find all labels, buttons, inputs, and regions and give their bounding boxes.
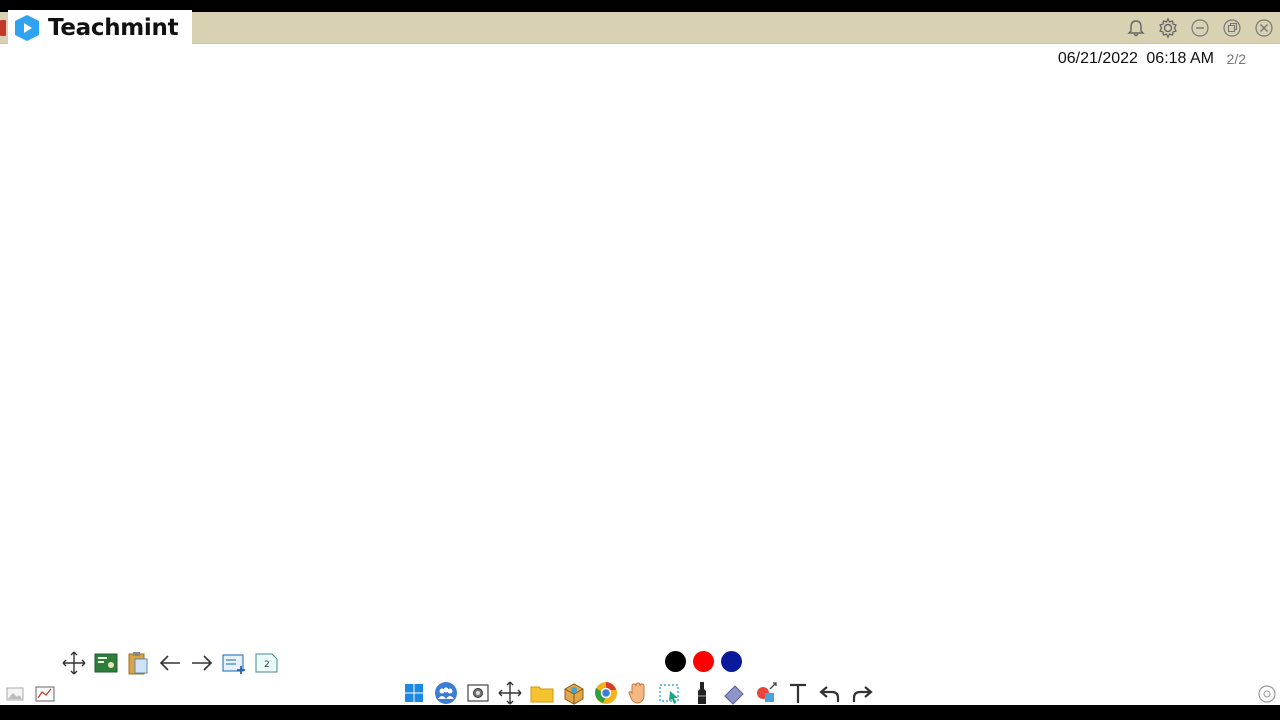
- close-icon[interactable]: [1248, 12, 1280, 43]
- box-icon[interactable]: [558, 680, 590, 706]
- color-red-swatch[interactable]: [693, 651, 714, 672]
- whiteboard-icon[interactable]: [90, 647, 122, 679]
- restore-icon[interactable]: [1216, 12, 1248, 43]
- undo-icon[interactable]: [814, 680, 846, 706]
- folder-icon[interactable]: [526, 680, 558, 706]
- pen-color-palette: [665, 651, 749, 672]
- datetime-display: 06/21/2022 06:18 AM: [1058, 50, 1214, 68]
- redo-icon[interactable]: [846, 680, 878, 706]
- minimize-icon[interactable]: [1184, 12, 1216, 43]
- next-page-icon[interactable]: [186, 647, 218, 679]
- browser-icon[interactable]: [590, 680, 622, 706]
- time-text: 06:18 AM: [1146, 50, 1214, 67]
- shapes-icon[interactable]: [750, 680, 782, 706]
- app-logo: Teachmint: [8, 10, 192, 46]
- page-toolbar: 2: [58, 647, 282, 679]
- text-icon[interactable]: [782, 680, 814, 706]
- date-text: 06/21/2022: [1057, 50, 1138, 67]
- participants-icon[interactable]: [430, 680, 462, 706]
- windows-icon[interactable]: [398, 680, 430, 706]
- clipboard-icon[interactable]: [122, 647, 154, 679]
- window-edge-marker: [0, 20, 6, 36]
- chart-icon[interactable]: [30, 684, 60, 704]
- teachmint-logo-icon: [15, 15, 39, 41]
- page-count-text: 2: [264, 660, 270, 670]
- hand-icon[interactable]: [622, 680, 654, 706]
- title-bar: [0, 12, 1280, 44]
- move-icon[interactable]: [58, 647, 90, 679]
- previous-page-icon[interactable]: [154, 647, 186, 679]
- color-blue-swatch[interactable]: [721, 651, 742, 672]
- marker-icon[interactable]: [686, 680, 718, 706]
- bell-icon[interactable]: [1120, 12, 1152, 43]
- select-icon[interactable]: [654, 680, 686, 706]
- eraser-icon[interactable]: [718, 680, 750, 706]
- screen-bottom-border: [0, 705, 1280, 720]
- gear-icon[interactable]: [1152, 12, 1184, 43]
- bottom-left-tray: [0, 684, 60, 704]
- pan-move-icon[interactable]: [494, 680, 526, 706]
- landscape-icon[interactable]: [0, 684, 30, 704]
- add-page-icon[interactable]: [218, 647, 250, 679]
- screenshot-icon[interactable]: [462, 680, 494, 706]
- screen-top-border: [0, 0, 1280, 12]
- settings-circle-icon[interactable]: [1256, 684, 1278, 704]
- app-title: Teachmint: [48, 15, 179, 41]
- window-controls: [1120, 12, 1280, 43]
- tool-dock: [398, 680, 878, 705]
- color-black-swatch[interactable]: [665, 651, 686, 672]
- page-count-icon[interactable]: 2: [250, 647, 282, 679]
- page-indicator: 2/2: [1226, 51, 1246, 67]
